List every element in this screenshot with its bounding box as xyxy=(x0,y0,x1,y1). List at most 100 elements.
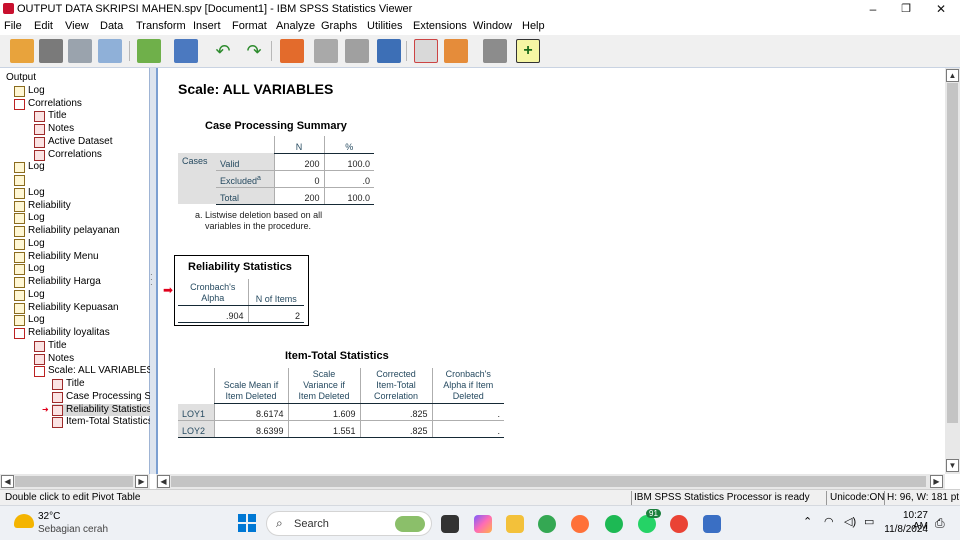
loy1-alpha: . xyxy=(431,403,504,421)
outline-item[interactable]: Reliability Harga xyxy=(14,276,101,288)
outline-item[interactable]: Correlations xyxy=(34,149,102,161)
menu-window[interactable]: Window xyxy=(473,20,512,32)
content-horizontal-scrollbar[interactable]: ◀ ▶ xyxy=(156,474,945,489)
outline-item[interactable]: Case Processing Su xyxy=(52,391,157,403)
scroll-thumb[interactable] xyxy=(15,476,133,487)
menu-graphs[interactable]: Graphs xyxy=(321,20,357,32)
menu-help[interactable]: Help xyxy=(522,20,545,32)
goto-variable-icon[interactable] xyxy=(345,39,369,63)
show-all-icon[interactable] xyxy=(414,39,438,63)
scroll-down-icon[interactable]: ▼ xyxy=(946,459,959,472)
scroll-left-icon[interactable]: ◀ xyxy=(157,475,170,488)
outline-item[interactable]: Reliability xyxy=(14,200,71,212)
case-processing-table[interactable]: N % Cases Valid 200 100.0 Excludeda 0 .0… xyxy=(178,136,374,205)
outline-item[interactable]: Item-Total Statistics xyxy=(52,416,153,429)
menu-file[interactable]: File xyxy=(4,20,22,32)
scroll-right-icon[interactable]: ▶ xyxy=(135,475,148,488)
designate-window-icon[interactable] xyxy=(444,39,468,63)
wifi-icon[interactable]: ◠ xyxy=(824,515,834,528)
redo-icon[interactable]: ↷ xyxy=(242,39,266,63)
spotify-icon[interactable] xyxy=(605,515,623,533)
outline-item[interactable]: Title xyxy=(52,378,85,390)
scroll-up-icon[interactable]: ▲ xyxy=(946,69,959,82)
log-book-icon xyxy=(14,85,25,97)
reliability-table[interactable]: Cronbach's Alpha N of Items .904 2 xyxy=(178,279,304,323)
chrome-icon[interactable] xyxy=(538,515,556,533)
outline-item[interactable]: Reliability Menu xyxy=(14,251,99,263)
weather-temp[interactable]: 32°C xyxy=(38,511,60,522)
outline-item[interactable]: Scale: ALL VARIABLES xyxy=(34,365,153,378)
clock-date[interactable]: 11/8/2024 xyxy=(880,524,928,535)
chrome-profile-icon[interactable] xyxy=(670,515,688,533)
weather-desc[interactable]: Sebagian cerah xyxy=(38,524,108,535)
menu-view[interactable]: View xyxy=(65,20,89,32)
goto-data-icon[interactable] xyxy=(280,39,304,63)
outline-item[interactable]: Reliability Kepuasan xyxy=(14,302,119,314)
outline-item-label: Log xyxy=(28,161,45,173)
outline-item[interactable]: Title xyxy=(34,340,67,352)
open-folder-icon[interactable] xyxy=(10,39,34,63)
windows-start-icon[interactable] xyxy=(238,514,256,532)
outline-item[interactable]: Title xyxy=(34,110,67,123)
restore-button[interactable]: ❐ xyxy=(889,0,923,18)
loy1-variance: 1.609 xyxy=(287,403,360,421)
item-total-table[interactable]: Scale Mean if Item Deleted Scale Variance … xyxy=(178,368,504,438)
outline-item[interactable]: Output xyxy=(6,72,36,84)
recall-dialog-icon[interactable] xyxy=(174,39,198,63)
outline-item[interactable]: Notes xyxy=(34,353,74,365)
outline-item[interactable]: Log xyxy=(14,238,45,250)
print-icon[interactable] xyxy=(68,39,92,63)
close-button[interactable]: ✕ xyxy=(924,0,958,18)
taskbar-search-box[interactable]: ⌕ Search xyxy=(266,511,432,536)
volume-icon[interactable]: ◁) xyxy=(844,515,856,528)
outline-item[interactable]: Log xyxy=(14,161,45,174)
outline-item[interactable]: Log xyxy=(14,212,45,225)
outline-item[interactable]: Log xyxy=(14,289,45,301)
copilot-icon[interactable] xyxy=(474,515,492,533)
menu-utilities[interactable]: Utilities xyxy=(367,20,402,32)
export-icon[interactable] xyxy=(137,39,161,63)
save-icon[interactable] xyxy=(39,39,63,63)
menu-analyze[interactable]: Analyze xyxy=(276,20,315,32)
pivot-table-icon xyxy=(52,404,63,416)
goto-case-icon[interactable] xyxy=(314,39,338,63)
scroll-thumb[interactable] xyxy=(171,476,926,487)
outline-item[interactable]: Reliability loyalitas xyxy=(14,327,110,339)
insert-output-icon[interactable] xyxy=(483,39,507,63)
task-view-icon[interactable] xyxy=(441,515,459,533)
outline-item[interactable]: Reliability pelayanan xyxy=(14,225,120,237)
log-book-icon xyxy=(14,289,25,301)
weather-icon[interactable] xyxy=(14,514,34,528)
scroll-left-icon[interactable]: ◀ xyxy=(1,475,14,488)
menu-transform[interactable]: Transform xyxy=(136,20,186,32)
scroll-right-icon[interactable]: ▶ xyxy=(930,475,943,488)
undo-icon[interactable]: ↶ xyxy=(211,39,235,63)
outline-item[interactable]: Log xyxy=(14,85,45,97)
outline-item[interactable]: Log xyxy=(14,263,45,276)
menu-format[interactable]: Format xyxy=(232,20,267,32)
outline-item[interactable]: ➜ Reliability Statistics xyxy=(42,403,152,416)
outline-item[interactable]: Notes xyxy=(34,123,74,135)
print-preview-icon[interactable] xyxy=(98,39,122,63)
menu-insert[interactable]: Insert xyxy=(193,20,221,32)
battery-icon[interactable]: ▭ xyxy=(864,515,874,528)
menu-edit[interactable]: Edit xyxy=(34,20,53,32)
content-vertical-scrollbar[interactable]: ▲ ▼ xyxy=(945,68,960,474)
show-hidden-icons-icon[interactable]: ⌃ xyxy=(803,515,812,528)
create-syntax-icon[interactable]: + xyxy=(516,39,540,63)
outline-item[interactable]: Correlations xyxy=(14,98,82,110)
menu-extensions[interactable]: Extensions xyxy=(413,20,467,32)
log-book-icon xyxy=(14,315,25,327)
firefox-icon[interactable] xyxy=(571,515,589,533)
outline-item[interactable]: Log xyxy=(14,314,45,327)
outline-item[interactable]: Log xyxy=(14,187,45,199)
menu-data[interactable]: Data xyxy=(100,20,123,32)
variables-icon[interactable] xyxy=(377,39,401,63)
scroll-thumb[interactable] xyxy=(947,83,958,423)
file-explorer-icon[interactable] xyxy=(506,515,524,533)
notification-bell-icon[interactable]: ⎙ xyxy=(935,516,945,531)
minimize-button[interactable]: – xyxy=(856,0,890,18)
outline-horizontal-scrollbar[interactable]: ◀ ▶ xyxy=(0,474,150,489)
spss-taskbar-icon[interactable] xyxy=(703,515,721,533)
outline-item[interactable]: Active Dataset xyxy=(34,136,112,148)
